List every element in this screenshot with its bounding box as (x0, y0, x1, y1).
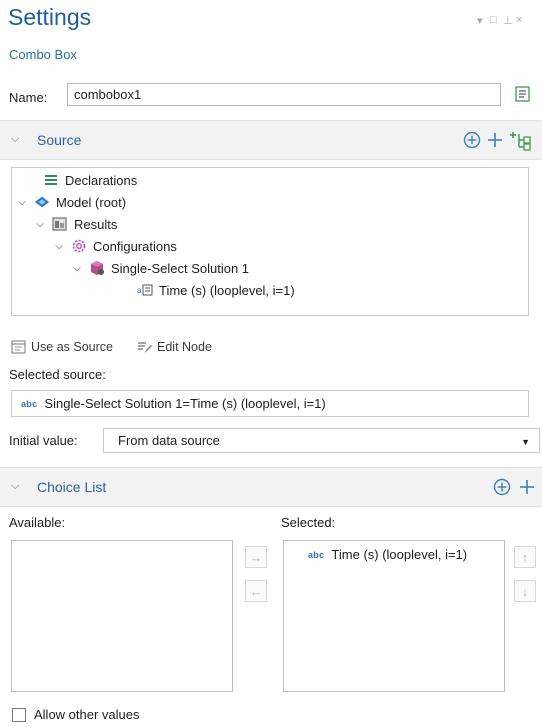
add-circle-icon[interactable] (462, 130, 482, 150)
tree-node-results[interactable]: ⌵ Results (34, 216, 117, 232)
arrow-down-icon: ↓ (521, 583, 529, 599)
add-circle-icon[interactable] (492, 477, 512, 497)
arrow-up-icon: ↑ (521, 549, 529, 565)
add-plus-icon[interactable] (518, 477, 536, 497)
source-section-header[interactable]: ⌵ Source (0, 120, 542, 160)
use-as-source-icon (11, 340, 26, 354)
move-left-button[interactable]: ← (245, 580, 267, 602)
selected-source-label: Selected source: (9, 367, 106, 382)
expand-chevron-icon[interactable]: ⌵ (71, 263, 83, 274)
initial-value-select[interactable]: From data source ▼ (103, 428, 540, 453)
declarations-icon (43, 172, 59, 188)
move-down-button[interactable]: ↓ (514, 580, 536, 602)
window-menu-icon[interactable]: ▾ (477, 14, 483, 27)
allow-other-values-label: Allow other values (34, 707, 140, 722)
solution-icon (89, 260, 105, 276)
svg-text:a: a (137, 286, 142, 295)
panel-subtitle: Combo Box (9, 47, 77, 62)
use-as-source-button[interactable]: Use as Source (11, 340, 113, 354)
choice-list-section-header[interactable]: ⌵ Choice List (0, 467, 542, 507)
selected-label: Selected: (281, 515, 336, 530)
tree-node-declarations[interactable]: Declarations (25, 172, 137, 188)
tree-node-model-root[interactable]: ⌵ Model (root) (16, 194, 126, 210)
chevron-down-icon: ⌵ (11, 480, 20, 492)
arrow-right-icon: → (249, 549, 263, 565)
dropdown-arrow-icon: ▼ (521, 437, 530, 447)
model-icon (34, 194, 50, 210)
edit-node-icon (138, 342, 152, 353)
arrow-left-icon: ← (249, 583, 263, 599)
move-up-button[interactable]: ↑ (514, 546, 536, 568)
allow-other-values-checkbox[interactable] (12, 708, 26, 722)
selected-list[interactable]: abc Time (s) (looplevel, i=1) (283, 540, 505, 692)
move-right-button[interactable]: → (245, 546, 267, 568)
window-close-icon[interactable]: × (516, 14, 522, 26)
expand-chevron-icon[interactable]: ⌵ (34, 219, 46, 230)
add-to-tree-icon[interactable] (510, 129, 532, 151)
source-section-title: Source (37, 132, 82, 148)
list-item[interactable]: abc Time (s) (looplevel, i=1) (308, 547, 467, 562)
label-icon (515, 86, 530, 102)
string-type-icon: abc (308, 549, 325, 560)
edit-node-button[interactable]: Edit Node (137, 340, 212, 354)
source-tree[interactable]: Declarations ⌵ Model (root) ⌵ Results ⌵ … (11, 167, 529, 316)
node-label-button[interactable] (513, 84, 533, 104)
tree-node-configurations[interactable]: ⌵ Configurations (53, 238, 177, 254)
expand-chevron-icon[interactable]: ⌵ (53, 241, 65, 252)
selected-source-field: abc Single-Select Solution 1=Time (s) (l… (11, 390, 529, 417)
configurations-icon (71, 238, 87, 254)
window-maximize-icon[interactable]: □ (490, 14, 497, 26)
initial-value-selected: From data source (118, 433, 220, 448)
chevron-down-icon: ⌵ (11, 133, 20, 145)
initial-value-label: Initial value: (9, 433, 78, 448)
panel-title: Settings (8, 4, 92, 30)
string-type-icon: abc (21, 398, 38, 409)
window-pin-icon[interactable]: ⊥ (503, 14, 513, 27)
choice-list-section-title: Choice List (37, 479, 107, 495)
name-input[interactable] (67, 83, 501, 106)
available-list[interactable] (11, 540, 233, 692)
available-label: Available: (9, 515, 66, 530)
selected-source-value: Single-Select Solution 1=Time (s) (loopl… (44, 396, 326, 411)
tree-node-single-select-solution[interactable]: ⌵ Single-Select Solution 1 (71, 260, 249, 276)
parameter-icon: a (137, 282, 153, 298)
results-icon (52, 216, 68, 232)
name-label: Name: (9, 90, 48, 105)
add-plus-icon[interactable] (486, 130, 504, 150)
tree-node-time-parameter[interactable]: a Time (s) (looplevel, i=1) (137, 282, 295, 298)
expand-chevron-icon[interactable]: ⌵ (16, 197, 28, 208)
